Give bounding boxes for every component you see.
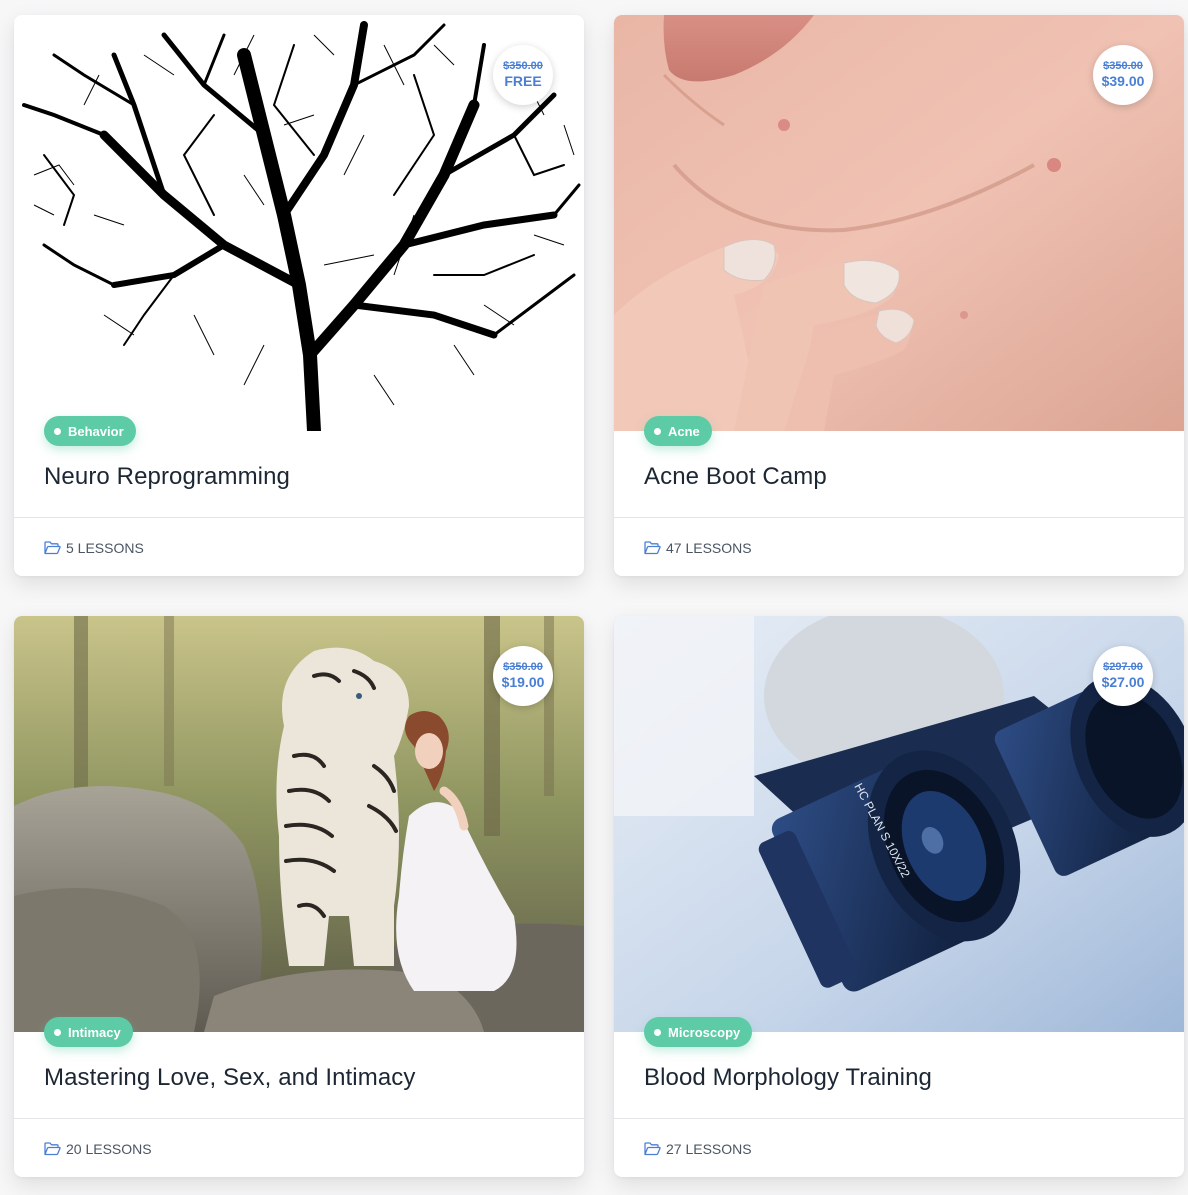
sale-price: $39.00 <box>1101 73 1145 89</box>
tag-dot-icon <box>54 427 61 435</box>
category-tag[interactable]: Intimacy <box>44 1017 133 1047</box>
lesson-count-label: 27 LESSONS <box>666 1141 752 1157</box>
course-card[interactable]: $350.00 FREE Behavior Neuro Reprogrammin… <box>14 15 584 576</box>
course-title[interactable]: Neuro Reprogramming <box>44 463 290 491</box>
original-price: $350.00 <box>503 661 543 673</box>
course-title[interactable]: Mastering Love, Sex, and Intimacy <box>44 1064 415 1092</box>
folder-open-icon <box>44 541 61 555</box>
lesson-count: 5 LESSONS <box>44 539 144 557</box>
folder-open-icon <box>644 1142 661 1156</box>
lesson-count-label: 20 LESSONS <box>66 1141 152 1157</box>
lesson-count: 20 LESSONS <box>44 1140 152 1158</box>
lesson-count: 47 LESSONS <box>644 539 752 557</box>
price-badge: $350.00 $19.00 <box>493 646 553 706</box>
original-price: $350.00 <box>1103 60 1143 72</box>
course-thumbnail[interactable]: $350.00 $39.00 <box>614 15 1184 431</box>
sale-price: FREE <box>504 73 542 89</box>
category-tag[interactable]: Behavior <box>44 416 136 446</box>
folder-open-icon <box>644 541 661 555</box>
price-badge: $350.00 FREE <box>493 45 553 105</box>
lesson-count: 27 LESSONS <box>644 1140 752 1158</box>
divider <box>614 517 1184 518</box>
course-card[interactable]: HC PLAN S 10X/22 $297.00 $27.00 Microsco… <box>614 616 1184 1177</box>
divider <box>14 517 584 518</box>
tag-dot-icon <box>54 1028 61 1036</box>
tag-dot-icon <box>654 1028 661 1036</box>
original-price: $297.00 <box>1103 661 1143 673</box>
course-thumbnail[interactable]: $350.00 $19.00 <box>14 616 584 1032</box>
course-thumbnail[interactable]: $350.00 FREE <box>14 15 584 431</box>
course-title[interactable]: Blood Morphology Training <box>644 1064 932 1092</box>
course-title[interactable]: Acne Boot Camp <box>644 463 827 491</box>
course-card[interactable]: $350.00 $19.00 Intimacy Mastering Love, … <box>14 616 584 1177</box>
original-price: $350.00 <box>503 60 543 72</box>
category-label: Acne <box>668 423 700 439</box>
lesson-count-label: 47 LESSONS <box>666 540 752 556</box>
divider <box>614 1118 1184 1119</box>
lesson-count-label: 5 LESSONS <box>66 540 144 556</box>
category-label: Behavior <box>68 423 124 439</box>
category-tag[interactable]: Acne <box>644 416 712 446</box>
course-card[interactable]: $350.00 $39.00 Acne Acne Boot Camp 47 LE… <box>614 15 1184 576</box>
tag-dot-icon <box>654 427 661 435</box>
price-badge: $297.00 $27.00 <box>1093 646 1153 706</box>
divider <box>14 1118 584 1119</box>
course-thumbnail[interactable]: HC PLAN S 10X/22 $297.00 $27.00 <box>614 616 1184 1032</box>
sale-price: $19.00 <box>501 674 545 690</box>
folder-open-icon <box>44 1142 61 1156</box>
category-label: Intimacy <box>68 1024 121 1040</box>
course-grid: $350.00 FREE Behavior Neuro Reprogrammin… <box>0 0 1188 1195</box>
sale-price: $27.00 <box>1101 674 1145 690</box>
category-label: Microscopy <box>668 1024 741 1040</box>
price-badge: $350.00 $39.00 <box>1093 45 1153 105</box>
category-tag[interactable]: Microscopy <box>644 1017 753 1047</box>
